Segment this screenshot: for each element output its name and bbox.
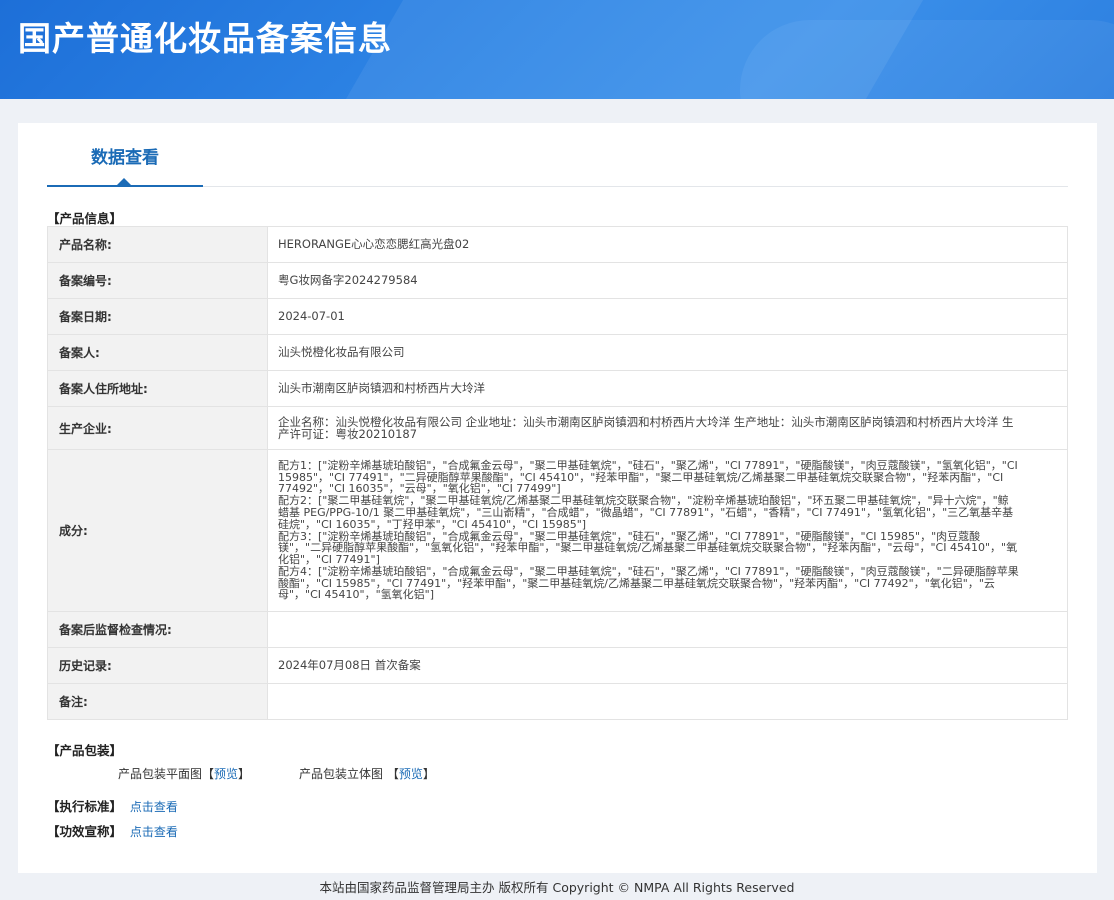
tab-data-view[interactable]: 数据查看	[47, 123, 203, 187]
product-info-section-label: 【产品信息】	[47, 211, 123, 226]
packaging-solid-label: 产品包装立体图	[299, 767, 384, 781]
row-key: 成分:	[47, 449, 268, 612]
standard-view-link[interactable]: 点击查看	[130, 800, 178, 814]
standard-row: 【执行标准】 点击查看	[47, 796, 178, 815]
row-key: 备案日期:	[47, 298, 268, 335]
registrant-value: 汕头悦橙化妆品有限公司	[267, 334, 1068, 371]
standard-label: 【执行标准】	[47, 799, 123, 814]
packaging-flat-label: 产品包装平面图	[118, 767, 203, 781]
table-row: 备案人: 汕头悦橙化妆品有限公司	[47, 334, 1068, 371]
bracket: 【	[202, 767, 215, 781]
row-key: 备案编号:	[47, 262, 268, 299]
table-row: 备案编号: 粤G妆网备字2024279584	[47, 262, 1068, 299]
history-value: 2024年07月08日 首次备案	[267, 647, 1068, 684]
table-row: 备注:	[47, 683, 1068, 720]
ingredients-value: 配方1：["淀粉辛烯基琥珀酸铝"，"合成氟金云母"，"聚二甲基硅氧烷"，"硅石"…	[267, 449, 1068, 612]
row-key: 生产企业:	[47, 406, 268, 450]
table-row: 生产企业: 企业名称：汕头悦橙化妆品有限公司 企业地址：汕头市潮南区胪岗镇泗和村…	[47, 406, 1068, 450]
packaging-flat-row: 产品包装平面图【预览】	[118, 765, 250, 782]
manufacturer-value: 企业名称：汕头悦橙化妆品有限公司 企业地址：汕头市潮南区胪岗镇泗和村桥西片大坽洋…	[267, 406, 1068, 450]
bracket: 】	[422, 767, 435, 781]
bracket: 】	[238, 767, 251, 781]
page-title: 国产普通化妆品备案信息	[18, 19, 392, 58]
registrant-address-value: 汕头市潮南区胪岗镇泗和村桥西片大坽洋	[267, 370, 1068, 407]
table-row: 备案后监督检查情况:	[47, 611, 1068, 648]
table-row: 备案人住所地址: 汕头市潮南区胪岗镇泗和村桥西片大坽洋	[47, 370, 1068, 407]
table-row: 备案日期: 2024-07-01	[47, 298, 1068, 335]
product-name-value: HERORANGE心心恋恋腮红高光盘02	[267, 226, 1068, 263]
row-key: 备案人住所地址:	[47, 370, 268, 407]
table-row: 产品名称: HERORANGE心心恋恋腮红高光盘02	[47, 226, 1068, 263]
tab-label: 数据查看	[91, 148, 159, 168]
remarks-value	[267, 683, 1068, 720]
bracket: 【	[386, 767, 399, 781]
row-key: 产品名称:	[47, 226, 268, 263]
packaging-section-label: 【产品包装】	[47, 743, 123, 758]
registration-number-value: 粤G妆网备字2024279584	[267, 262, 1068, 299]
table-row: 成分: 配方1：["淀粉辛烯基琥珀酸铝"，"合成氟金云母"，"聚二甲基硅氧烷"，…	[47, 449, 1068, 612]
efficacy-row: 【功效宣称】 点击查看	[47, 821, 178, 840]
row-key: 备注:	[47, 683, 268, 720]
product-info-table: 产品名称: HERORANGE心心恋恋腮红高光盘02 备案编号: 粤G妆网备字2…	[47, 226, 1068, 720]
supervision-value	[267, 611, 1068, 648]
page-header: 国产普通化妆品备案信息	[0, 0, 1114, 99]
packaging-flat-preview-link[interactable]: 预览	[214, 767, 238, 781]
efficacy-label: 【功效宣称】	[47, 824, 123, 839]
tab-bar: 数据查看	[47, 123, 1068, 187]
tab-indicator-caret	[117, 178, 131, 185]
header-decoration	[740, 20, 1114, 99]
efficacy-view-link[interactable]: 点击查看	[130, 825, 178, 839]
row-key: 备案后监督检查情况:	[47, 611, 268, 648]
registration-date-value: 2024-07-01	[267, 298, 1068, 335]
row-key: 备案人:	[47, 334, 268, 371]
table-row: 历史记录: 2024年07月08日 首次备案	[47, 647, 1068, 684]
content-panel: 数据查看 【产品信息】 产品名称: HERORANGE心心恋恋腮红高光盘02 备…	[18, 123, 1097, 873]
page-footer: 本站由国家药品监督管理局主办 版权所有 Copyright © NMPA All…	[319, 880, 795, 895]
row-key: 历史记录:	[47, 647, 268, 684]
packaging-solid-preview-link[interactable]: 预览	[399, 767, 423, 781]
packaging-solid-row: 产品包装立体图 【预览】	[299, 765, 435, 782]
